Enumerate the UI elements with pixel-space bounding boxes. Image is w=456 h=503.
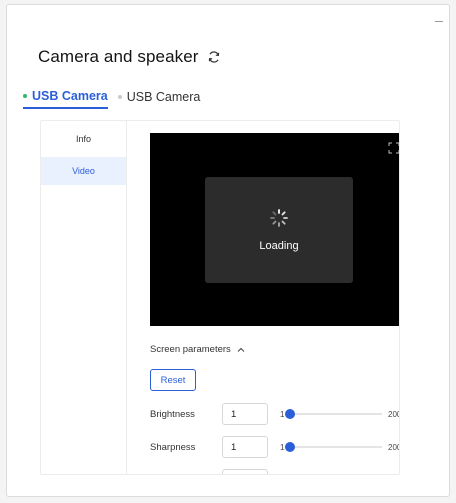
- parameter-row: [150, 469, 399, 474]
- video-preview: Loading: [150, 133, 399, 326]
- page-title: Camera and speaker: [38, 47, 199, 66]
- title-row: Camera and speaker: [38, 47, 221, 67]
- tab-label: USB Camera: [32, 89, 108, 103]
- sidebar-item-label: Info: [75, 134, 91, 144]
- loading-overlay: Loading: [205, 177, 353, 283]
- camera-tabs: USB Camera USB Camera: [23, 89, 200, 109]
- minimize-icon[interactable]: [435, 21, 443, 22]
- tab-usb-camera-2[interactable]: USB Camera: [117, 90, 201, 108]
- tab-label: USB Camera: [126, 90, 201, 104]
- slider-thumb[interactable]: [285, 409, 295, 419]
- sharpness-label: Sharpness: [150, 441, 196, 453]
- refresh-icon[interactable]: [207, 50, 221, 64]
- brightness-slider[interactable]: [285, 409, 382, 419]
- sharpness-row: Sharpness 1 200: [150, 436, 399, 458]
- sharpness-slider[interactable]: [285, 442, 382, 452]
- loading-text: Loading: [259, 240, 299, 252]
- slider-thumb[interactable]: [285, 442, 295, 452]
- sidebar: Info Video: [41, 121, 127, 474]
- screen-parameters-title: Screen parameters: [150, 344, 231, 355]
- chevron-up-icon: [237, 346, 245, 354]
- sidebar-item-label: Video: [72, 166, 95, 176]
- video-content: Loading Screen parameters Reset Brightne…: [150, 121, 399, 474]
- brightness-max: 200: [388, 409, 399, 419]
- sidebar-item-video[interactable]: Video: [41, 157, 126, 185]
- status-dot: [23, 94, 27, 98]
- status-dot: [117, 95, 122, 99]
- dialog-window: Camera and speaker USB Camera USB Camera…: [6, 4, 450, 497]
- camera-panel: Info Video Loading Screen parameters Res…: [40, 120, 400, 475]
- sharpness-max: 200: [388, 442, 399, 452]
- tab-usb-camera-1[interactable]: USB Camera: [23, 89, 108, 109]
- sidebar-item-info[interactable]: Info: [41, 125, 126, 153]
- brightness-row: Brightness 1 200: [150, 403, 399, 425]
- spinner-icon: [269, 208, 289, 228]
- screen-parameters-toggle[interactable]: Screen parameters: [150, 344, 245, 355]
- brightness-input[interactable]: [222, 403, 268, 425]
- brightness-label: Brightness: [150, 408, 195, 420]
- reset-button[interactable]: Reset: [150, 369, 196, 391]
- parameter-input[interactable]: [222, 469, 268, 474]
- sharpness-input[interactable]: [222, 436, 268, 458]
- fullscreen-icon[interactable]: [388, 141, 399, 154]
